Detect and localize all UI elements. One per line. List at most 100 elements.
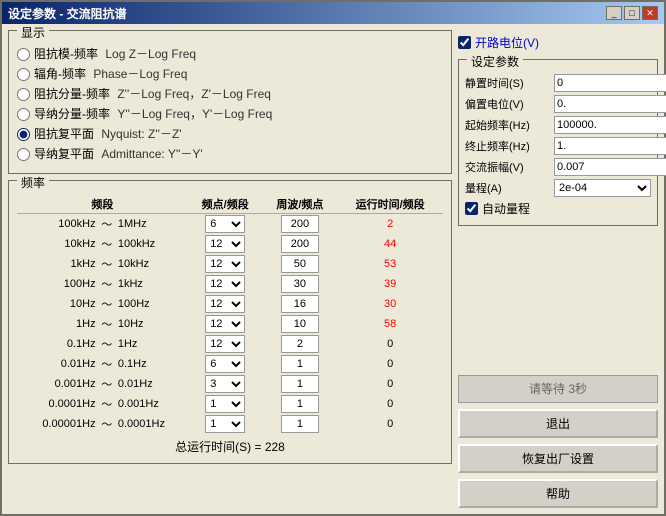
freq-pts-select-6[interactable]: 1234681012	[205, 335, 245, 353]
open-circuit-checkbox[interactable]	[458, 36, 471, 49]
window-title: 设定参数 - 交流阻抗谱	[8, 5, 127, 22]
freq-cycles-input-8[interactable]	[281, 375, 319, 393]
freq-pts-select-10[interactable]: 1234681012	[205, 415, 245, 433]
auto-range-row: 自动量程	[465, 200, 651, 217]
freq-cycles-cell-1	[263, 234, 338, 254]
freq-time-cell-8: 0	[337, 374, 443, 394]
freq-time-value-2: 53	[384, 258, 396, 270]
rest-time-input[interactable]	[554, 74, 666, 92]
freq-time-cell-2: 53	[337, 254, 443, 274]
help-button[interactable]: 帮助	[458, 479, 658, 508]
freq-row-7: 0.01Hz～0.1Hz12346810120	[17, 354, 443, 374]
freq-tilde-10: ～	[98, 414, 116, 434]
freq-to-6: 1Hz	[116, 334, 188, 354]
freq-tilde-9: ～	[98, 394, 116, 414]
freq-time-value-8: 0	[387, 378, 393, 390]
freq-cycles-cell-2	[263, 254, 338, 274]
freq-cycles-input-6[interactable]	[281, 335, 319, 353]
freq-time-cell-6: 0	[337, 334, 443, 354]
end-freq-input[interactable]	[554, 137, 666, 155]
open-circuit-row: 开路电位(V)	[458, 30, 658, 55]
freq-from-6: 0.1Hz	[17, 334, 98, 354]
freq-row-8: 0.001Hz～0.01Hz12346810120	[17, 374, 443, 394]
freq-pts-select-3[interactable]: 1234681012	[205, 275, 245, 293]
freq-cycles-cell-9	[263, 394, 338, 414]
freq-cycles-input-7[interactable]	[281, 355, 319, 373]
freq-time-value-6: 0	[387, 338, 393, 350]
freq-time-cell-5: 58	[337, 314, 443, 334]
freq-cycles-input-10[interactable]	[281, 415, 319, 433]
display-option-4: 导纳分量-频率 Y''－Log Freq，Y'－Log Freq	[17, 105, 443, 123]
freq-cycles-cell-4	[263, 294, 338, 314]
freq-pts-select-1[interactable]: 1234681012	[205, 235, 245, 253]
freq-tilde-6: ～	[98, 334, 116, 354]
ac-amp-input[interactable]	[554, 158, 666, 176]
display-option-5: 阻抗复平面 Nyquist: Z''－Z'	[17, 125, 443, 143]
freq-pts-select-0[interactable]: 1234681012	[205, 215, 245, 233]
freq-cycles-input-2[interactable]	[281, 255, 319, 273]
total-run-time: 总运行时间(S) = 228	[17, 438, 443, 455]
freq-pts-cell-5: 1234681012	[188, 314, 263, 334]
display-radio-5[interactable]	[17, 128, 30, 141]
end-freq-label: 终止频率(Hz)	[465, 138, 550, 154]
frequency-table: 频段 频点/频段 周波/频点 运行时间/频段 100kHz～1MHz123468…	[17, 195, 443, 434]
titlebar-buttons: _ □ ✕	[606, 6, 658, 20]
freq-tilde-7: ～	[98, 354, 116, 374]
display-radio-3[interactable]	[17, 88, 30, 101]
exit-button[interactable]: 退出	[458, 409, 658, 438]
freq-row-2: 1kHz～10kHz123468101253	[17, 254, 443, 274]
freq-from-5: 1Hz	[17, 314, 98, 334]
freq-pts-cell-6: 1234681012	[188, 334, 263, 354]
freq-to-10: 0.0001Hz	[116, 414, 188, 434]
display-label-2: 辐角-频率 Phase－Log Freq	[34, 65, 187, 83]
display-option-6: 导纳复平面 Admittance: Y''－Y'	[17, 145, 443, 163]
freq-cycles-input-4[interactable]	[281, 295, 319, 313]
auto-range-checkbox[interactable]	[465, 202, 478, 215]
start-freq-input[interactable]	[554, 116, 666, 134]
freq-row-1: 10kHz～100kHz123468101244	[17, 234, 443, 254]
freq-pts-select-8[interactable]: 1234681012	[205, 375, 245, 393]
freq-cycles-input-3[interactable]	[281, 275, 319, 293]
display-group: 显示 阻抗模-频率 Log Z－Log Freq 辐角-频率 Phase－Log…	[8, 30, 452, 174]
freq-cycles-cell-0	[263, 214, 338, 235]
freq-time-cell-7: 0	[337, 354, 443, 374]
minimize-button[interactable]: _	[606, 6, 622, 20]
restore-button[interactable]: 恢复出厂设置	[458, 444, 658, 473]
freq-pts-select-9[interactable]: 1234681012	[205, 395, 245, 413]
close-button[interactable]: ✕	[642, 6, 658, 20]
freq-time-cell-3: 39	[337, 274, 443, 294]
ac-amp-label: 交流振幅(V)	[465, 159, 550, 175]
freq-pts-select-7[interactable]: 1234681012	[205, 355, 245, 373]
freq-to-1: 100kHz	[116, 234, 188, 254]
display-radio-1[interactable]	[17, 48, 30, 61]
range-select[interactable]: 2e-04 2e-03 2e-02 2e-01	[554, 179, 651, 197]
display-radio-4[interactable]	[17, 108, 30, 121]
display-radio-2[interactable]	[17, 68, 30, 81]
freq-time-value-0: 2	[387, 218, 393, 230]
freq-time-value-5: 58	[384, 318, 396, 330]
freq-cycles-input-5[interactable]	[281, 315, 319, 333]
freq-row-9: 0.0001Hz～0.001Hz12346810120	[17, 394, 443, 414]
bias-voltage-input[interactable]	[554, 95, 666, 113]
col-header-cycles: 周波/频点	[263, 195, 338, 214]
freq-pts-select-4[interactable]: 1234681012	[205, 295, 245, 313]
range-label: 量程(A)	[465, 180, 550, 196]
display-label-5: 阻抗复平面 Nyquist: Z''－Z'	[34, 125, 182, 143]
freq-from-7: 0.01Hz	[17, 354, 98, 374]
freq-cycles-input-0[interactable]	[281, 215, 319, 233]
start-freq-label: 起始频率(Hz)	[465, 117, 550, 133]
freq-to-5: 10Hz	[116, 314, 188, 334]
freq-time-cell-10: 0	[337, 414, 443, 434]
open-circuit-label: 开路电位(V)	[475, 34, 539, 51]
freq-tilde-8: ～	[98, 374, 116, 394]
right-panel: 开路电位(V) 设定参数 静置时间(S) 偏置电位(V) 起始频率(Hz)	[458, 30, 658, 508]
freq-pts-cell-4: 1234681012	[188, 294, 263, 314]
freq-pts-select-5[interactable]: 1234681012	[205, 315, 245, 333]
freq-cycles-input-9[interactable]	[281, 395, 319, 413]
display-radio-6[interactable]	[17, 148, 30, 161]
maximize-button[interactable]: □	[624, 6, 640, 20]
freq-from-4: 10Hz	[17, 294, 98, 314]
freq-pts-select-2[interactable]: 1234681012	[205, 255, 245, 273]
freq-row-10: 0.00001Hz～0.0001Hz12346810120	[17, 414, 443, 434]
freq-cycles-input-1[interactable]	[281, 235, 319, 253]
